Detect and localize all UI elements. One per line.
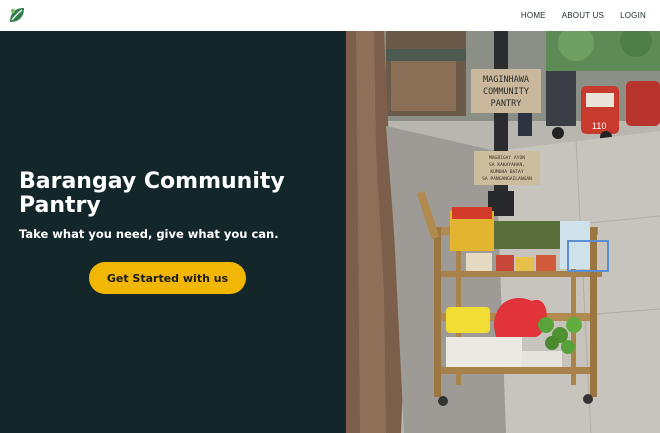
small-sign-line-1: MAGBIGAY AYON bbox=[489, 155, 525, 161]
nav-about-link[interactable]: ABOUT US bbox=[562, 11, 604, 20]
svg-text:110: 110 bbox=[592, 121, 606, 131]
nav-links: HOME ABOUT US LOGIN bbox=[521, 0, 646, 31]
nav-login-link[interactable]: LOGIN bbox=[620, 11, 646, 20]
sign-line-2: COMMUNITY bbox=[483, 87, 529, 97]
small-sign-line-4: SA PANGANGAILANGAN bbox=[482, 176, 532, 182]
sign-line-3: PANTRY bbox=[491, 99, 522, 109]
small-sign-line-3: KUMUHA BATAY bbox=[490, 169, 523, 175]
leaf-logo-icon[interactable] bbox=[7, 5, 27, 25]
hero-subtitle: Take what you need, give what you can. bbox=[19, 227, 279, 241]
nav-home-link[interactable]: HOME bbox=[521, 11, 546, 20]
small-sign-line-2: SA KAKAYAHAN, bbox=[489, 162, 525, 168]
community-pantry-photo: 110 MAGINHAWA COMMUNITY PANTRY MAGBIGAY … bbox=[346, 31, 660, 433]
sign-line-1: MAGINHAWA bbox=[483, 75, 529, 85]
get-started-button[interactable]: Get Started with us bbox=[89, 262, 246, 294]
hero-title: Barangay Community Pantry bbox=[19, 169, 285, 218]
hero-photo: 110 MAGINHAWA COMMUNITY PANTRY MAGBIGAY … bbox=[346, 31, 660, 433]
top-navbar: HOME ABOUT US LOGIN bbox=[0, 0, 660, 31]
